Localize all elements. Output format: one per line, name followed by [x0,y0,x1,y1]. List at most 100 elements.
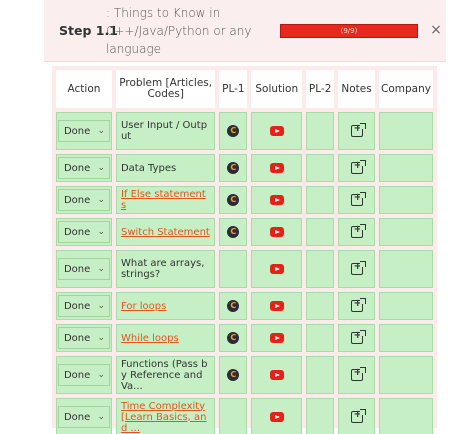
youtube-icon[interactable] [269,370,284,380]
pl2-cell [306,324,335,352]
pl1-cell: C [219,292,248,320]
action-cell: Done ⌄ [56,398,112,434]
youtube-icon[interactable] [269,264,284,274]
status-value: Done [63,411,91,423]
problem-link[interactable]: Switch Statement [121,227,210,238]
pl1-cell: C [219,356,248,394]
problem-link[interactable]: For loops [121,301,166,312]
status-value: Done [63,300,91,312]
problem-cell: User Input / Output [115,112,216,150]
leetcode-icon[interactable]: C [227,162,240,174]
action-cell: Done ⌄ [56,154,112,182]
company-cell [379,398,433,434]
status-select[interactable]: Done ⌄ [57,406,110,428]
add-note-icon[interactable] [350,409,366,423]
table-row: Done ⌄ If Else statements C [56,186,433,214]
status-value: Done [63,369,91,381]
problem-cell: Time Complexity [Learn Basics, and ... [115,398,216,434]
action-cell: Done ⌄ [56,324,112,352]
progress-bar: (9/9) [280,24,418,38]
action-cell: Done ⌄ [56,112,112,150]
table-row: Done ⌄ Switch Statement C [56,218,433,246]
notes-cell [338,154,375,182]
chevron-down-icon: ⌄ [97,126,105,136]
problem-text: User Input / Output [120,120,208,142]
pl1-cell: C [219,324,248,352]
company-cell [379,356,433,394]
status-value: Done [63,162,91,174]
add-note-icon[interactable] [350,298,366,312]
table-body: Done ⌄ User Input / Output C Done ⌄ Data… [56,112,433,434]
status-select[interactable]: Done ⌄ [57,221,110,243]
company-cell [379,186,433,214]
status-value: Done [63,332,91,344]
table-row: Done ⌄ Time Complexity [Learn Basics, an… [56,398,433,434]
chevron-down-icon: ⌄ [97,195,105,205]
youtube-icon[interactable] [269,301,284,311]
problem-cell: Switch Statement [115,218,216,246]
status-select[interactable]: Done ⌄ [57,327,110,349]
youtube-icon[interactable] [269,126,284,136]
status-select[interactable]: Done ⌄ [57,120,110,142]
youtube-icon[interactable] [269,333,284,343]
table-row: Done ⌄ Functions (Pass by Reference and … [56,356,433,394]
youtube-icon[interactable] [269,163,284,173]
header-pl1: PL-1 [219,70,248,108]
table-row: Done ⌄ Data Types C [56,154,433,182]
status-select[interactable]: Done ⌄ [57,364,110,386]
status-select[interactable]: Done ⌄ [57,157,110,179]
chevron-down-icon: ⌄ [97,163,105,173]
add-note-icon[interactable] [350,192,366,206]
leetcode-icon[interactable]: C [227,226,240,238]
solution-cell [251,398,303,434]
problem-cell: What are arrays, strings? [115,250,216,288]
add-note-icon[interactable] [350,330,366,344]
action-cell: Done ⌄ [56,186,112,214]
chevron-down-icon: ⌄ [97,370,105,380]
table-row: Done ⌄ What are arrays, strings? [56,250,433,288]
leetcode-icon[interactable]: C [227,369,240,381]
close-icon[interactable]: × [428,20,444,40]
youtube-icon[interactable] [269,195,284,205]
leetcode-icon[interactable]: C [227,332,240,344]
add-note-icon[interactable] [350,261,366,275]
notes-cell [338,112,375,150]
add-note-icon[interactable] [350,367,366,381]
chevron-down-icon: ⌄ [97,264,105,274]
add-note-icon[interactable] [350,224,366,238]
leetcode-icon[interactable]: C [227,300,240,312]
step-header[interactable]: Step 1.1 : Things to Know in C++/Java/Py… [44,0,446,62]
pl2-cell [306,218,335,246]
youtube-icon[interactable] [269,227,284,237]
solution-cell [251,186,303,214]
problem-link[interactable]: While loops [121,333,179,344]
status-select[interactable]: Done ⌄ [57,295,110,317]
add-note-icon[interactable] [350,160,366,174]
leetcode-icon[interactable]: C [227,125,240,137]
table-row: Done ⌄ While loops C [56,324,433,352]
status-select[interactable]: Done ⌄ [57,258,110,280]
notes-cell [338,218,375,246]
problem-text: Data Types [120,162,177,174]
problem-link[interactable]: If Else statements [121,189,206,211]
solution-cell [251,324,303,352]
table-row: Done ⌄ For loops C [56,292,433,320]
youtube-icon[interactable] [269,412,284,422]
leetcode-icon[interactable]: C [227,194,240,206]
notes-cell [338,324,375,352]
pl2-cell [306,250,335,288]
notes-cell [338,398,375,434]
company-cell [379,292,433,320]
pl2-cell [306,398,335,434]
action-cell: Done ⌄ [56,250,112,288]
progress-text: (9/9) [340,27,358,35]
pl1-cell: C [219,186,248,214]
problem-link[interactable]: Time Complexity [Learn Basics, and ... [121,401,207,434]
notes-cell [338,356,375,394]
problems-table: Action Problem [Articles, Codes] PL-1 So… [52,66,437,434]
company-cell [379,250,433,288]
add-note-icon[interactable] [350,123,366,137]
pl2-cell [306,186,335,214]
status-select[interactable]: Done ⌄ [57,189,110,211]
company-cell [379,154,433,182]
